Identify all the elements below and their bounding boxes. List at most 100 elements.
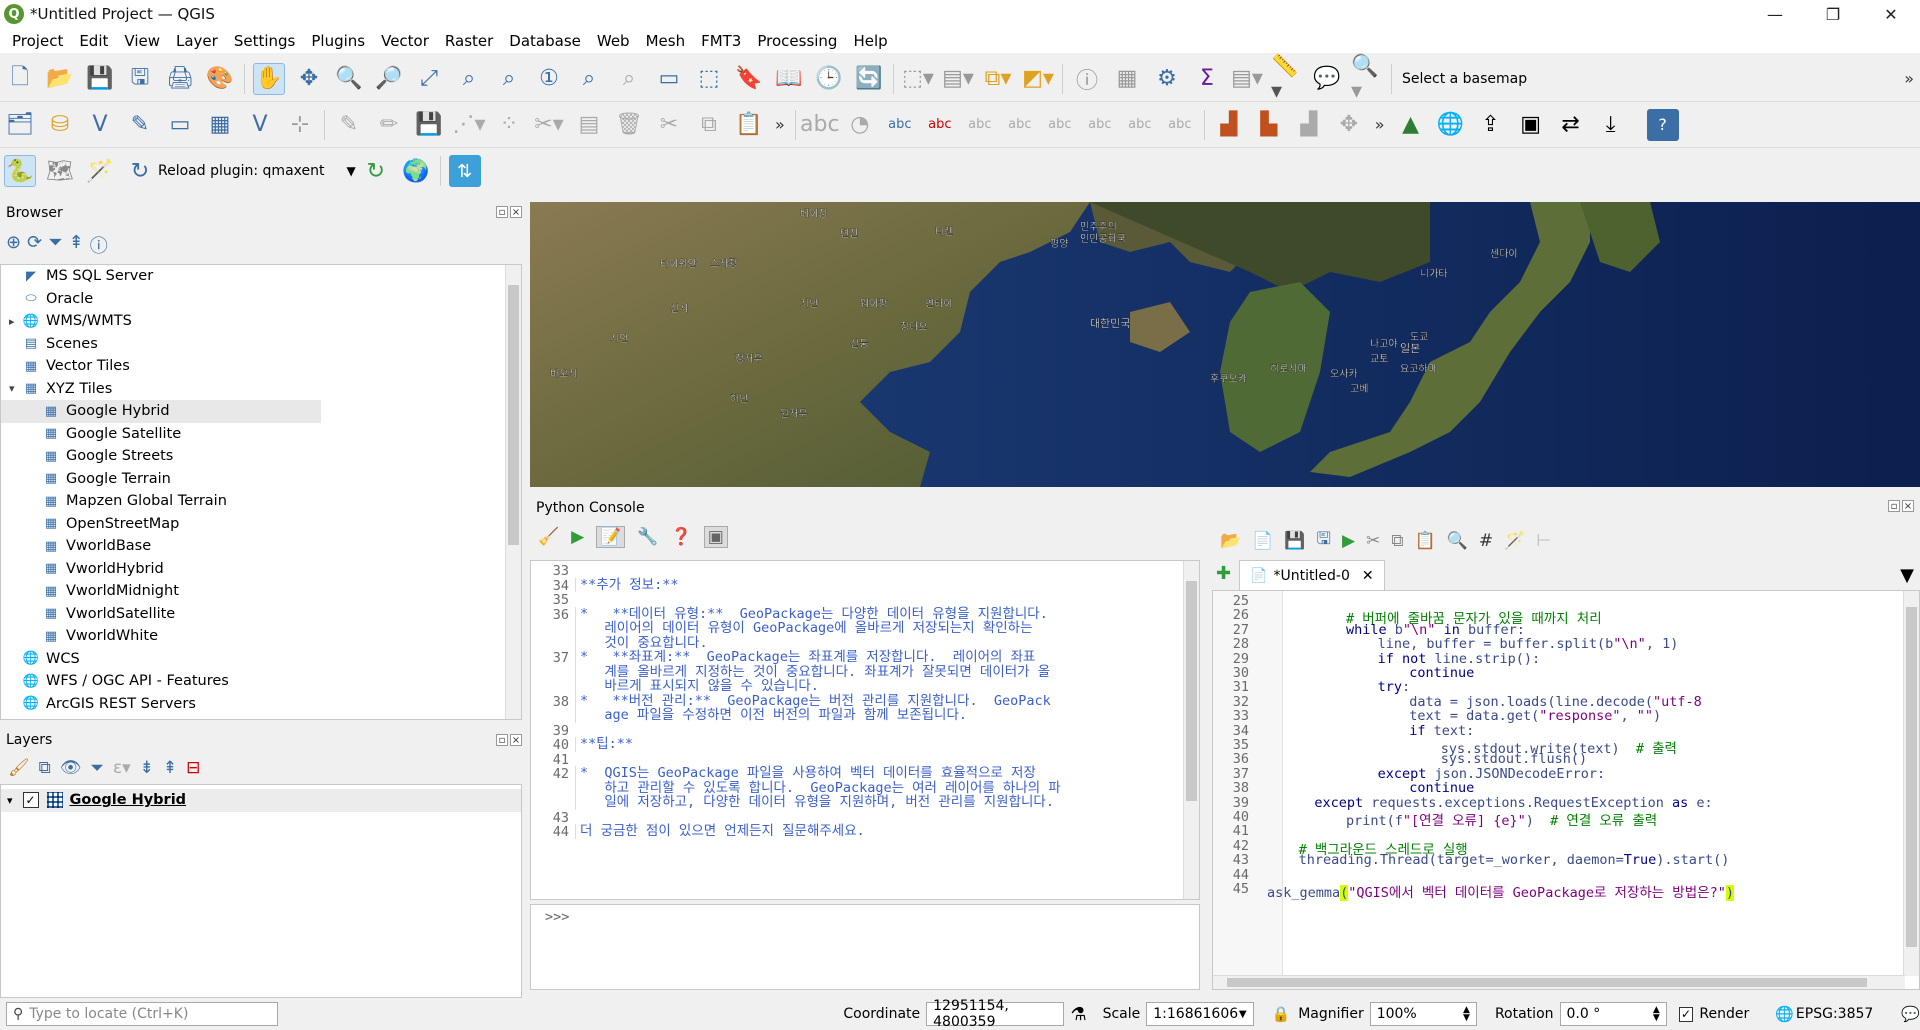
uncomment-icon[interactable]: ⊢ (1536, 531, 1551, 551)
browser-item[interactable]: 🌐 ArcGIS REST Servers (1, 693, 506, 716)
copy-features-icon[interactable]: ⧉ (693, 109, 725, 141)
label-props-icon[interactable]: abc (1124, 109, 1156, 141)
browser-item[interactable]: ▦ VworldSatellite (1, 603, 506, 626)
open-script-icon[interactable]: 📂 (1220, 531, 1241, 551)
zoom-selection-icon[interactable]: ⌕ (453, 63, 485, 95)
help-console-icon[interactable]: ❓ (671, 527, 692, 547)
new-virtual-layer-icon[interactable]: ▭ (164, 109, 196, 141)
toggle-editing-icon[interactable]: ✏ (373, 109, 405, 141)
wand-icon[interactable]: 🪄 (84, 155, 116, 187)
zoom-in-icon[interactable]: 🔍 (333, 63, 365, 95)
new-project-icon[interactable]: 🗋 (4, 63, 36, 95)
pan-to-selection-icon[interactable]: ✥ (293, 63, 325, 95)
delete-selected-icon[interactable]: 🗑 (613, 109, 645, 141)
settings-gear-icon[interactable]: ⚙ (1151, 63, 1183, 95)
layer-row[interactable]: ▾ ✓ Google Hybrid (1, 789, 521, 812)
toggle-extents-icon[interactable]: ⚗ (1070, 1004, 1086, 1025)
open-project-icon[interactable]: 📂 (44, 63, 76, 95)
reload-plugin-icon[interactable]: ↻ (124, 155, 156, 187)
render-checkbox[interactable]: ✓ (1678, 1006, 1694, 1022)
zoom-full-icon[interactable]: ⤢ (413, 63, 445, 95)
crs-globe-icon[interactable]: 🌐 (1775, 1005, 1794, 1023)
clear-console-icon[interactable]: 🧹 (538, 527, 559, 547)
add-vector-tile-icon[interactable]: ⊹ (284, 109, 316, 141)
filter-browser-icon[interactable]: ⏷ (48, 232, 62, 258)
new-shapefile-icon[interactable]: V (84, 109, 116, 141)
browser-item[interactable]: ▾ ▦ XYZ Tiles (1, 378, 506, 401)
properties-icon[interactable]: ⓘ (90, 232, 108, 258)
spinner-icon[interactable]: ▲ ▼ (1463, 1006, 1470, 1023)
editor-tab[interactable]: 📄 *Untitled-0 ✕ (1239, 560, 1385, 590)
browser-item[interactable]: ▦ Google Streets (1, 445, 506, 468)
menu-vector[interactable]: Vector (373, 32, 437, 50)
more-plugins-icon[interactable]: » (1375, 115, 1385, 134)
float-icon[interactable]: ▫ (496, 734, 508, 746)
menu-help[interactable]: Help (845, 32, 895, 50)
menu-raster[interactable]: Raster (437, 32, 501, 50)
histogram-icon[interactable]: ▟ (1213, 109, 1245, 141)
menu-mesh[interactable]: Mesh (638, 32, 694, 50)
change-label-icon[interactable]: abc (1044, 109, 1076, 141)
browser-scrollbar[interactable] (505, 265, 521, 719)
label-icon[interactable]: abc (800, 109, 840, 141)
browser-item[interactable]: ▦ VworldBase (1, 535, 506, 558)
new-map-view-icon[interactable]: ▭ (653, 63, 685, 95)
menu-fmt3[interactable]: FMT3 (693, 32, 749, 50)
close-panel-icon[interactable]: × (510, 734, 522, 746)
cut-features-icon[interactable]: ✂ (653, 109, 685, 141)
show-hide-label-icon[interactable]: abc (1084, 109, 1116, 141)
menu-plugins[interactable]: Plugins (303, 32, 373, 50)
add-point-icon[interactable]: ⁘ (493, 109, 525, 141)
reload-plugin-dropdown-icon[interactable]: ▼ (346, 164, 355, 178)
browser-item[interactable]: ▦ Mapzen Global Terrain (1, 490, 506, 513)
expand-all-icon[interactable]: ⇟ (140, 758, 154, 778)
browser-item[interactable]: ▸ 🌐 WMS/WMTS (1, 310, 506, 333)
sort-arrows-icon[interactable]: ⇅ (448, 155, 481, 187)
browser-item[interactable]: ▦ Google Satellite (1, 423, 506, 446)
refresh-browser-icon[interactable]: ⟳ (27, 232, 42, 258)
map-tips-icon[interactable]: 💬 (1311, 63, 1343, 95)
float-icon[interactable]: ▫ (496, 206, 508, 218)
browser-item[interactable]: ▦ VworldWhite (1, 625, 506, 648)
console-scrollbar[interactable] (1183, 561, 1199, 899)
menu-edit[interactable]: Edit (71, 32, 116, 50)
browser-item[interactable]: ▦ Google Terrain (1, 468, 506, 491)
download-icon[interactable]: ⤓ (1595, 109, 1627, 141)
code-editor[interactable]: 25 26 # 버퍼에 줄바꿈 문자가 있을 때까지 처리 27 while b"\n"… (1212, 590, 1920, 990)
browser-item[interactable]: ▤ Scenes (1, 333, 506, 356)
layer-checkbox[interactable]: ✓ (22, 792, 39, 809)
map-plugin-icon[interactable]: 🗺 (44, 155, 76, 187)
grass-icon[interactable]: ▲ (1395, 109, 1427, 141)
menu-project[interactable]: Project (4, 32, 71, 50)
select-location-icon[interactable]: ◩▾ (1022, 63, 1054, 95)
more-icon[interactable]: » (1904, 69, 1914, 88)
current-edits-icon[interactable]: ✎ (333, 109, 365, 141)
save-as-script-icon[interactable]: 🖫 (1317, 526, 1331, 555)
layer-name[interactable]: Google Hybrid (70, 792, 187, 808)
statistics-sigma-icon[interactable]: Σ (1191, 63, 1223, 95)
highlight-labels-icon[interactable]: abc (924, 109, 956, 141)
maximize-button[interactable]: ❐ (1804, 0, 1862, 28)
swap-icon[interactable]: ⇄ (1555, 109, 1587, 141)
move-label-icon[interactable]: abc (964, 109, 996, 141)
save-edits-icon[interactable]: 💾 (413, 109, 445, 141)
open-in-external-icon[interactable]: 📄 (1252, 531, 1273, 551)
style-layer-icon[interactable]: 🖌 (8, 758, 30, 778)
print-layout-icon[interactable]: 🖨 (164, 63, 196, 95)
temporal-icon[interactable]: 🕒 (813, 63, 845, 95)
run-command-icon[interactable]: ▶ (571, 527, 584, 547)
options-icon[interactable]: 🔧 (637, 527, 658, 547)
scale-field[interactable]: 1:16861606 ▼ (1146, 1002, 1254, 1026)
new-3d-view-icon[interactable]: ⬚ (693, 63, 725, 95)
locator-icon[interactable]: 🔍▾ (1351, 54, 1383, 104)
float-icon[interactable]: ▫ (1888, 500, 1900, 512)
browser-item[interactable]: ▦ VworldHybrid (1, 558, 506, 581)
basemap-select[interactable]: Select a basemap (1402, 71, 1527, 87)
browser-item[interactable]: ▦ OpenStreetMap (1, 513, 506, 536)
visibility-icon[interactable]: 👁 (60, 758, 82, 778)
new-geopackage-icon[interactable]: ⛁ (44, 109, 76, 141)
chevron-down-icon[interactable]: ▼ (1239, 1009, 1247, 1020)
tab-list-icon[interactable]: ▼ (1900, 565, 1914, 586)
digitize-icon[interactable]: ⋰▾ (452, 109, 485, 141)
select-features-icon[interactable]: ⬚▾ (902, 63, 934, 95)
